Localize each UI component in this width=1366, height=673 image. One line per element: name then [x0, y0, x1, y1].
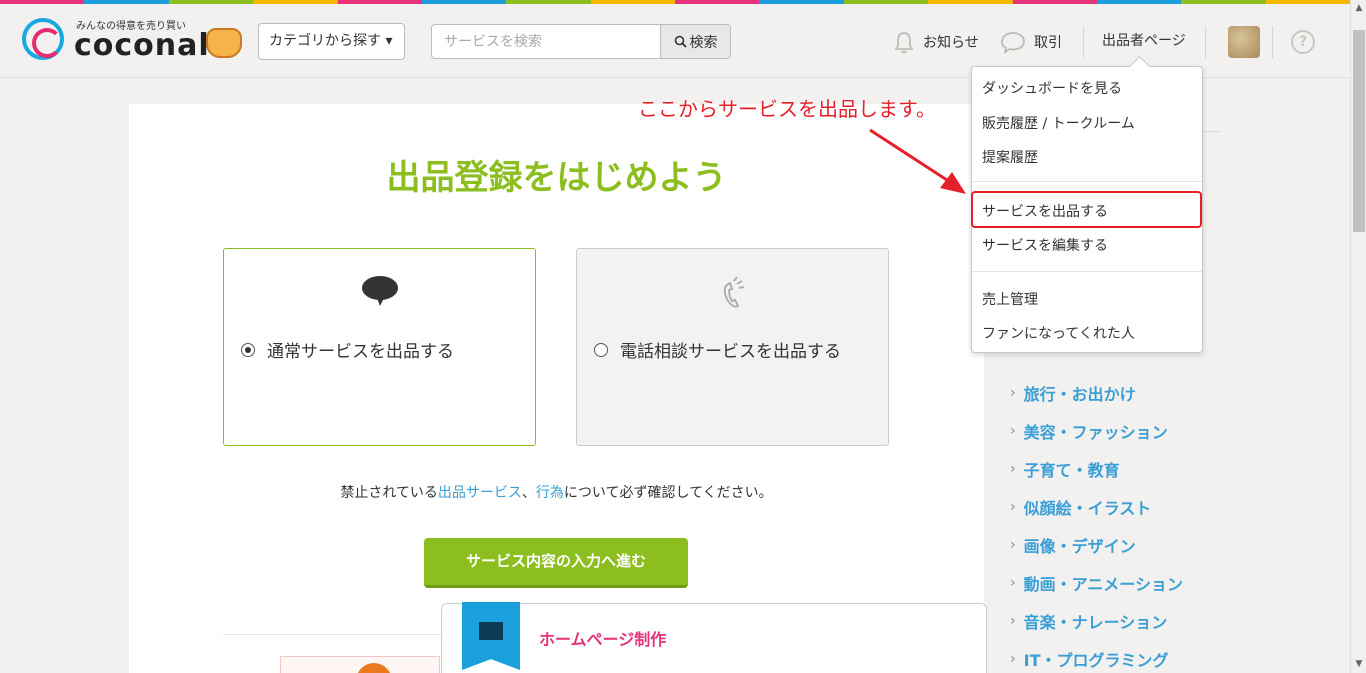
sidebar-item-label: 似顔絵・イラスト [1023, 499, 1152, 518]
chevron-right-icon: › [1010, 613, 1016, 629]
option-phone-label: 電話相談サービスを出品する [620, 342, 841, 362]
option-normal-service[interactable]: 通常サービスを出品する [223, 248, 536, 446]
sidebar-item-label: 動画・アニメーション [1023, 575, 1183, 594]
header-divider [1272, 26, 1273, 58]
search-button-label: 検索 [689, 34, 718, 51]
search-icon [674, 35, 687, 48]
menu-item-dashboard[interactable]: ダッシュボードを見る [982, 78, 1122, 98]
sidebar-item-label: IT・プログラミング [1023, 651, 1169, 670]
notifications-link[interactable]: お知らせ [893, 30, 979, 54]
seller-menu-dropdown: ダッシュボードを見る 販売履歴 / トークルーム 提案履歴 サービスを出品する … [971, 66, 1203, 353]
chevron-right-icon: › [1010, 423, 1016, 439]
logo-mark-icon [22, 18, 64, 60]
sidebar-item-label: 美容・ファッション [1023, 423, 1168, 442]
sidebar-item-design[interactable]: › 画像・デザイン [1010, 526, 1183, 564]
page-scrollbar[interactable]: ▲ ▼ [1350, 0, 1366, 673]
notice-prefix: 禁止されている [340, 485, 438, 501]
service-thumbnail[interactable] [280, 656, 440, 673]
menu-separator [972, 181, 1202, 182]
transactions-link[interactable]: 取引 [1000, 30, 1062, 54]
sidebar-item-label: 音楽・ナレーション [1023, 613, 1168, 632]
option-phone-service[interactable]: 電話相談サービスを出品する [576, 248, 889, 446]
prohibited-notice: 禁止されている出品サービス、行為について必ず確認してください。 [129, 482, 984, 502]
header-divider [1083, 26, 1084, 58]
seller-page-link[interactable]: 出品者ページ [1102, 30, 1186, 50]
sidebar-item-label: 画像・デザイン [1023, 537, 1136, 556]
coconala-logo[interactable]: みんなの得意を売り買い coconala [22, 14, 247, 68]
service-card-title: ホームページ制作 [539, 630, 667, 649]
seller-page-label: 出品者ページ [1102, 33, 1186, 49]
chat-bubble-icon [1001, 32, 1025, 54]
phone-icon [723, 276, 744, 308]
listing-registration-panel: 出品登録をはじめよう 通常サービスを出品する 電話相談サービスを出品する 禁止さ… [129, 104, 984, 673]
proceed-button[interactable]: サービス内容の入力へ進む [424, 538, 688, 588]
scroll-down-icon[interactable]: ▼ [1351, 656, 1366, 672]
radio-phone-service[interactable] [594, 342, 608, 357]
featured-service-card[interactable]: ホームページ制作 [441, 602, 987, 673]
sidebar-item-video[interactable]: › 動画・アニメーション [1010, 564, 1183, 602]
category-browse-button[interactable]: カテゴリから探す ▾ [258, 23, 405, 60]
transactions-label: 取引 [1034, 35, 1062, 51]
scroll-up-icon[interactable]: ▲ [1351, 0, 1366, 16]
menu-separator [972, 271, 1202, 272]
option-normal-label: 通常サービスを出品する [267, 342, 454, 362]
sidebar-item-beauty[interactable]: › 美容・ファッション [1010, 412, 1183, 450]
chevron-right-icon: › [1010, 651, 1016, 667]
menu-item-sales-management[interactable]: 売上管理 [982, 289, 1038, 309]
sidebar-item-label: 子育て・教育 [1023, 461, 1120, 480]
chevron-right-icon: › [1010, 575, 1016, 591]
category-ribbon [462, 602, 520, 670]
menu-item-sales-history[interactable]: 販売履歴 / トークルーム [982, 113, 1135, 133]
menu-item-fans[interactable]: ファンになってくれた人 [982, 323, 1135, 343]
prohibited-acts-link[interactable]: 行為 [536, 485, 564, 501]
prohibited-services-link[interactable]: 出品サービス [438, 485, 522, 501]
user-avatar[interactable] [1228, 26, 1260, 58]
scrollbar-thumb[interactable] [1353, 30, 1365, 232]
chevron-right-icon: › [1010, 499, 1016, 515]
search-button[interactable]: 検索 [660, 24, 731, 59]
monitor-icon [479, 622, 503, 640]
chevron-right-icon: › [1010, 461, 1016, 477]
radio-normal-service[interactable] [241, 342, 255, 357]
bell-icon [894, 32, 914, 54]
speech-bubble-icon [361, 276, 398, 306]
notice-suffix: について必ず確認してください。 [563, 485, 773, 501]
annotation-callout: ここからサービスを出品します。 [638, 97, 936, 121]
annotation-arrow-icon [869, 128, 966, 194]
mascot-image [356, 663, 392, 673]
chevron-right-icon: › [1010, 385, 1016, 401]
header-divider [1205, 26, 1206, 58]
cat-mascot-icon [206, 28, 242, 58]
help-icon[interactable]: ? [1291, 30, 1315, 54]
sidebar-item-label: 旅行・お出かけ [1023, 385, 1136, 404]
sidebar-item-illustration[interactable]: › 似顔絵・イラスト [1010, 488, 1183, 526]
chevron-right-icon: › [1010, 537, 1016, 553]
notice-separator: 、 [521, 485, 536, 501]
sidebar-item-parenting[interactable]: › 子育て・教育 [1010, 450, 1183, 488]
sidebar-item-travel[interactable]: › 旅行・お出かけ [1010, 374, 1183, 412]
notifications-label: お知らせ [923, 35, 979, 51]
category-sidebar: › 旅行・お出かけ › 美容・ファッション › 子育て・教育 › 似顔絵・イラスト › 画… [1010, 374, 1183, 673]
page-title: 出品登録をはじめよう [386, 158, 727, 198]
sidebar-item-it[interactable]: › IT・プログラミング [1010, 640, 1183, 673]
menu-item-edit-service[interactable]: サービスを編集する [982, 235, 1108, 255]
sidebar-item-music[interactable]: › 音楽・ナレーション [1010, 602, 1183, 640]
search-input[interactable] [431, 24, 661, 59]
menu-item-proposals[interactable]: 提案履歴 [982, 147, 1038, 167]
menu-item-list-service[interactable]: サービスを出品する [982, 201, 1108, 221]
